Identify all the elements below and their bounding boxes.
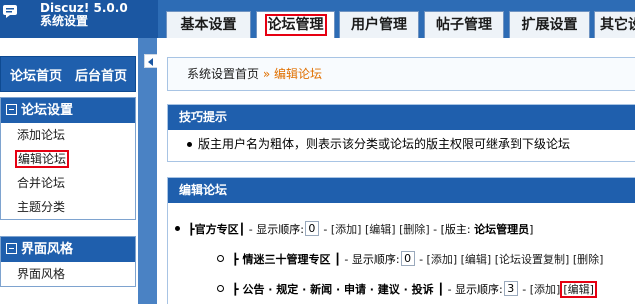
section-title: 界面风格: [21, 242, 74, 257]
app-title: Discuz! 5.0.0: [40, 1, 128, 15]
collapse-minus-icon: [6, 104, 17, 115]
left-sidebar: 论坛首页 后台首页 论坛设置 添加论坛 编辑论坛 合并论坛 主题分类 界面风格 …: [0, 38, 138, 304]
edit-link[interactable]: [编辑]: [365, 223, 396, 236]
admin-home-link[interactable]: 后台首页: [75, 65, 127, 84]
forum-row: ┣ 公告 · 规定 · 新闻 · 申请 · 建议 · 投诉 ┃ - 显示顺序: 3…: [217, 281, 597, 298]
moderator-name[interactable]: 论坛管理员: [474, 223, 529, 236]
app-subtitle: 系统设置: [40, 14, 89, 28]
bullet-icon: [187, 142, 192, 147]
tab-label: 帖子管理: [436, 17, 492, 33]
tip-panel-title: 技巧提示: [168, 105, 635, 130]
copy-settings-link[interactable]: [论坛设置复制]: [495, 253, 570, 266]
tab-basic-settings[interactable]: 基本设置: [166, 11, 251, 38]
breadcrumb-current: 编辑论坛: [274, 67, 323, 81]
tab-post-management[interactable]: 帖子管理: [424, 11, 504, 38]
tab-label: 基本设置: [180, 17, 237, 33]
add-link[interactable]: [添加]: [331, 223, 362, 236]
tip-panel: 技巧提示 版主用户名为粗体，则表示该分类或论坛的版主权限可继承到下级论坛: [167, 104, 635, 162]
tab-forum-management[interactable]: 论坛管理: [256, 11, 335, 40]
breadcrumb: 系统设置首页 » 编辑论坛: [167, 57, 635, 91]
tab-other-settings[interactable]: 其它设: [594, 11, 635, 38]
sidebar-item-edit-forum[interactable]: 编辑论坛: [1, 147, 135, 171]
main-content: 系统设置首页 » 编辑论坛 技巧提示 版主用户名为粗体，则表示该分类或论坛的版主…: [157, 38, 635, 304]
sidebar-item-thread-types[interactable]: 主题分类: [1, 195, 135, 219]
tree-bullet-icon: [175, 226, 180, 231]
display-order-input[interactable]: 0: [400, 251, 415, 266]
forum-name: ┣ 公告 · 规定 · 新闻 · 申请 · 建议 · 投诉 ┃: [232, 283, 445, 296]
sidebar-quick-links: 论坛首页 后台首页: [0, 56, 136, 92]
collapse-minus-icon: [6, 243, 17, 254]
display-order-input[interactable]: 3: [503, 281, 518, 296]
tab-label: 其它设: [600, 17, 635, 33]
order-label: - 显示顺序:: [245, 223, 304, 236]
sidebar-item-label: 编辑论坛: [15, 150, 70, 168]
delete-link[interactable]: [删除]: [573, 253, 604, 266]
forum-list-panel-title: 编辑论坛: [168, 178, 635, 203]
tab-label: 论坛管理: [264, 14, 327, 36]
top-header: Discuz! 5.0.0 系统设置 基本设置 论坛管理 用户管理 帖子管理 扩…: [0, 0, 635, 40]
collapse-sidebar-arrow-icon[interactable]: [144, 54, 158, 68]
moderator-label: - [版主: 论坛管理员]: [429, 223, 534, 236]
sidebar-item-label: 主题分类: [17, 200, 66, 214]
edit-link[interactable]: [编辑]: [560, 281, 597, 298]
display-order-input[interactable]: 0: [304, 221, 319, 236]
forum-name: ┣官方专区┃: [188, 223, 246, 236]
sidebar-spacer: [0, 38, 138, 56]
delete-link[interactable]: [删除]: [399, 223, 430, 236]
tab-label: 用户管理: [351, 17, 407, 33]
tree-bullet-icon: [217, 285, 224, 292]
edit-link[interactable]: [编辑]: [461, 253, 492, 266]
forum-row: ┣ 情迷三十管理专区 ┃ - 显示顺序: 0 - [添加] [编辑] [论坛设置复…: [217, 251, 603, 268]
sidebar-item-label: 添加论坛: [17, 128, 66, 142]
tab-user-management[interactable]: 用户管理: [339, 11, 419, 38]
forum-name: ┣ 情迷三十管理专区 ┃: [232, 253, 341, 266]
section-title: 论坛设置: [21, 103, 74, 118]
sidebar-item-styles[interactable]: 界面风格: [1, 262, 135, 286]
add-link[interactable]: [添加]: [427, 253, 458, 266]
breadcrumb-separator: »: [262, 67, 271, 81]
sidebar-item-label: 界面风格: [17, 267, 66, 281]
sidebar-section-styles: 界面风格 界面风格: [0, 236, 136, 287]
sidebar-section-forum-settings: 论坛设置 添加论坛 编辑论坛 合并论坛 主题分类: [0, 97, 136, 220]
section-header-forum-settings[interactable]: 论坛设置: [1, 98, 135, 123]
tree-bullet-icon: [217, 255, 224, 262]
forum-row: ┣官方专区┃ - 显示顺序: 0 - [添加] [编辑] [删除] - [版主: …: [175, 221, 533, 238]
tab-extension-settings[interactable]: 扩展设置: [509, 11, 590, 38]
section-header-styles[interactable]: 界面风格: [1, 237, 135, 262]
sidebar-divider: [138, 38, 157, 304]
order-label: - 显示顺序:: [340, 253, 400, 266]
order-label: - 显示顺序:: [444, 283, 503, 296]
breadcrumb-home-link[interactable]: 系统设置首页: [187, 67, 259, 81]
tip-text-row: 版主用户名为粗体，则表示该分类或论坛的版主权限可继承到下级论坛: [168, 130, 635, 159]
sidebar-item-add-forum[interactable]: 添加论坛: [1, 123, 135, 147]
discuz-logo-icon: [3, 5, 17, 18]
tab-label: 扩展设置: [521, 17, 578, 33]
tip-text: 版主用户名为粗体，则表示该分类或论坛的版主权限可继承到下级论坛: [198, 137, 571, 151]
forum-home-link[interactable]: 论坛首页: [10, 65, 62, 84]
add-link[interactable]: [添加]: [530, 283, 561, 296]
sidebar-item-merge-forum[interactable]: 合并论坛: [1, 171, 135, 195]
forum-list-panel: 编辑论坛 ┣官方专区┃ - 显示顺序: 0 - [添加] [编辑] [删除] - …: [167, 177, 635, 304]
sidebar-item-label: 合并论坛: [17, 176, 66, 190]
app-logo-area: Discuz! 5.0.0 系统设置: [0, 0, 158, 38]
